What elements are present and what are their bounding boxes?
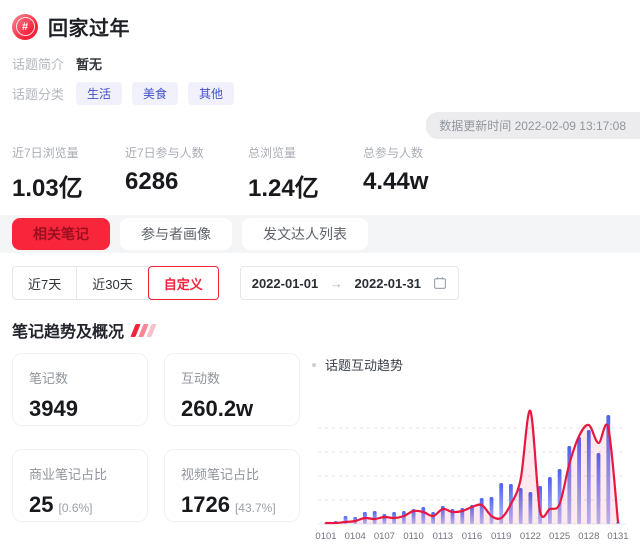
tab-item[interactable]: 参与者画像	[120, 218, 232, 250]
stat-value: 4.44w	[363, 168, 628, 196]
chart-panel: 话题互动趋势 010101040107011001130116011901220…	[312, 353, 632, 554]
card-value: 260.2w	[181, 396, 253, 422]
svg-text:0101: 0101	[315, 531, 336, 542]
stat-item: 总浏览量 1.24亿	[248, 144, 363, 203]
card-label: 商业笔记占比	[29, 464, 131, 483]
date-quick-filters: 近7天近30天自定义	[12, 266, 219, 300]
topic-category-tag[interactable]: 其他	[188, 82, 234, 105]
bullet-dot-icon	[312, 363, 316, 367]
hash-icon: #	[16, 17, 35, 36]
stat-item: 近7日浏览量 1.03亿	[12, 144, 125, 203]
tab-item[interactable]: 发文达人列表	[242, 218, 368, 250]
svg-text:0125: 0125	[549, 531, 570, 542]
topic-intro-row: 话题简介 暂无	[12, 54, 628, 73]
section-title-row: 笔记趋势及概况	[12, 318, 628, 342]
card-value: 1726	[181, 492, 230, 518]
stat-item: 总参与人数 4.44w	[363, 144, 628, 203]
card-value-row: 25 [0.6%]	[29, 492, 131, 518]
stat-value: 6286	[125, 168, 248, 196]
svg-text:0119: 0119	[491, 531, 511, 542]
slashes-decoration-icon	[133, 324, 154, 337]
update-time-row: 数据更新时间 2022-02-09 13:17:08	[0, 112, 640, 139]
card-extra-percent: [0.6%]	[58, 501, 92, 515]
card-label: 视频笔记占比	[181, 464, 283, 483]
svg-text:0113: 0113	[433, 531, 453, 542]
card-value: 25	[29, 492, 53, 518]
topic-category-tag[interactable]: 美食	[132, 82, 178, 105]
topic-hash-badge: #	[12, 14, 38, 40]
summary-card: 商业笔记占比 25 [0.6%]	[12, 449, 148, 522]
svg-text:0104: 0104	[345, 531, 366, 542]
page-title: 回家过年	[48, 12, 130, 41]
category-tags: 生活美食其他	[76, 82, 234, 105]
card-label: 笔记数	[29, 368, 131, 387]
trend-content: 笔记数 3949 互动数 260.2w 商业笔记占比 25 [0.6%] 视频笔记占比 1726…	[0, 342, 640, 554]
category-label: 话题分类	[12, 84, 64, 103]
summary-cards: 笔记数 3949 互动数 260.2w 商业笔记占比 25 [0.6%] 视频笔记占比 1726…	[12, 353, 300, 522]
svg-text:0116: 0116	[462, 531, 482, 542]
topic-stats-row: 近7日浏览量 1.03亿近7日参与人数 6286总浏览量 1.24亿总参与人数 4.44…	[0, 139, 640, 215]
stat-item: 近7日参与人数 6286	[125, 144, 248, 203]
svg-text:0122: 0122	[520, 531, 541, 542]
stat-value: 1.03亿	[12, 168, 125, 203]
range-arrow-icon: →	[330, 276, 343, 291]
filter-row: 近7天近30天自定义 2022-01-01 → 2022-01-31	[12, 266, 628, 300]
chart-title: 话题互动趋势	[325, 355, 403, 374]
stat-label: 总浏览量	[248, 144, 363, 161]
card-value: 3949	[29, 396, 78, 422]
svg-text:0131: 0131	[607, 531, 628, 542]
summary-card: 互动数 260.2w	[164, 353, 300, 426]
date-end-value[interactable]: 2022-01-31	[355, 276, 422, 291]
date-range-picker[interactable]: 2022-01-01 → 2022-01-31	[240, 266, 459, 300]
card-value-row: 260.2w	[181, 396, 283, 422]
topic-analytics-page: # 回家过年 话题简介 暂无 话题分类 生活美食其他 数据更新时间 2022-0…	[0, 0, 640, 554]
topic-category-tag[interactable]: 生活	[76, 82, 122, 105]
topic-trend-chart: 0101 0104 0107 0110 0113 0116 0119 0122 0125 0128…	[312, 378, 632, 550]
svg-text:0110: 0110	[403, 531, 423, 542]
summary-card: 笔记数 3949	[12, 353, 148, 426]
title-row: # 回家过年	[12, 12, 628, 41]
svg-text:0128: 0128	[578, 531, 599, 542]
stat-label: 近7日浏览量	[12, 144, 125, 161]
card-value-row: 3949	[29, 396, 131, 422]
card-extra-percent: [43.7%]	[235, 501, 276, 515]
intro-value: 暂无	[76, 54, 102, 73]
stat-value: 1.24亿	[248, 168, 363, 203]
section-title: 笔记趋势及概况	[12, 318, 124, 342]
tab-strip: 相关笔记参与者画像发文达人列表	[0, 215, 640, 253]
chart-title-row: 话题互动趋势	[312, 355, 632, 374]
quick-filter-button[interactable]: 自定义	[148, 266, 219, 300]
calendar-icon[interactable]	[433, 276, 447, 290]
intro-label: 话题简介	[12, 54, 64, 73]
summary-card: 视频笔记占比 1726 [43.7%]	[164, 449, 300, 522]
quick-filter-button[interactable]: 近30天	[76, 266, 148, 300]
date-start-value[interactable]: 2022-01-01	[252, 276, 319, 291]
card-label: 互动数	[181, 368, 283, 387]
topic-header: # 回家过年 话题简介 暂无 话题分类 生活美食其他	[0, 0, 640, 105]
card-value-row: 1726 [43.7%]	[181, 492, 283, 518]
stat-label: 总参与人数	[363, 144, 628, 161]
tab-active[interactable]: 相关笔记	[12, 218, 110, 250]
svg-text:0107: 0107	[374, 531, 395, 542]
topic-category-row: 话题分类 生活美食其他	[12, 82, 628, 105]
stat-label: 近7日参与人数	[125, 144, 248, 161]
update-time-badge: 数据更新时间 2022-02-09 13:17:08	[426, 112, 640, 139]
quick-filter-button[interactable]: 近7天	[12, 266, 77, 300]
